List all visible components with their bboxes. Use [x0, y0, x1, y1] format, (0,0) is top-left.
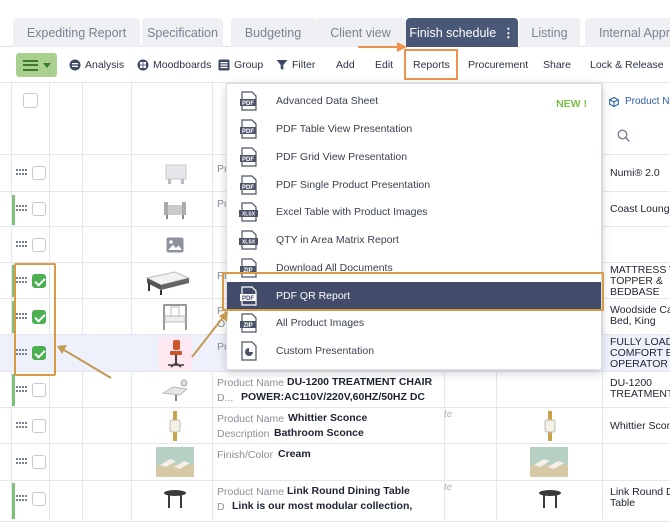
product-image	[164, 202, 186, 219]
add-button[interactable]: Add	[336, 55, 355, 75]
menu-item-pdf-single-product[interactable]: PDF PDF Single Product Presentation	[227, 171, 601, 199]
svg-text:XLSX: XLSX	[242, 240, 256, 246]
lock-release-button[interactable]: Lock & Release	[590, 55, 664, 75]
product-image	[544, 411, 556, 441]
analysis-button[interactable]: Analysis	[69, 55, 124, 75]
product-name-line: TREATMENT	[610, 388, 670, 400]
table-row[interactable]: Finish/Color Cream	[0, 444, 670, 481]
row-checkbox[interactable]	[32, 492, 46, 506]
row-checkbox[interactable]	[32, 383, 46, 397]
svg-text:PDF: PDF	[242, 129, 254, 135]
row-checkbox[interactable]	[32, 455, 46, 469]
chevron-down-icon	[42, 62, 51, 68]
pdf-file-icon: PDF	[240, 175, 257, 195]
drag-handle-icon[interactable]	[16, 241, 27, 249]
procurement-button[interactable]: Procurement	[468, 55, 528, 75]
product-name: Coast Loung	[610, 203, 670, 215]
share-button[interactable]: Share	[543, 55, 571, 75]
table-row[interactable]: Product Name Link Round Dining Table D L…	[0, 481, 670, 522]
xlsx-file-icon: XLSX	[239, 230, 258, 250]
product-image	[169, 411, 181, 441]
view-tabs: Expediting Report Specification Budgetin…	[0, 0, 670, 47]
drag-handle-icon[interactable]	[16, 205, 27, 213]
zip-file-icon: ZIP	[240, 313, 257, 333]
product-name-line: OPERATOR C	[610, 358, 670, 370]
product-image	[165, 164, 187, 184]
menu-item-excel-table[interactable]: XLSX Excel Table with Product Images	[227, 198, 601, 226]
drag-handle-icon[interactable]	[16, 422, 27, 430]
reports-dropdown-menu: PDF Advanced Data Sheet NEW ! PDF PDF Ta…	[226, 83, 602, 370]
filter-icon	[276, 60, 288, 70]
product-name: Whittier Scon	[610, 420, 670, 432]
select-all-checkbox[interactable]	[23, 93, 38, 108]
product-image	[539, 490, 561, 508]
tab-specification[interactable]: Specification	[142, 18, 223, 47]
search-icon[interactable]	[617, 129, 631, 143]
group-icon	[218, 59, 230, 71]
product-image	[168, 340, 184, 368]
product-image	[161, 379, 189, 401]
filter-button[interactable]: Filter	[276, 55, 315, 75]
svg-text:PDF: PDF	[242, 157, 254, 163]
view-menu-button[interactable]	[16, 53, 57, 77]
table-row[interactable]: Product Name Whittier Sconce Description…	[0, 408, 670, 444]
svg-text:PDF: PDF	[242, 185, 254, 191]
svg-text:PDF: PDF	[242, 101, 254, 107]
row-checkbox[interactable]	[32, 238, 46, 252]
svg-text:ZIP: ZIP	[243, 323, 252, 329]
table-row[interactable]: Product Name DU-1200 TREATMENT CHAIR D..…	[0, 372, 670, 408]
edit-button[interactable]: Edit	[375, 55, 393, 75]
drag-handle-icon[interactable]	[16, 458, 27, 466]
pdf-qr-report-highlight	[222, 272, 604, 311]
product-image	[145, 271, 191, 295]
pdf-file-icon: PDF	[240, 119, 257, 139]
tab-options-icon[interactable]: ⋮	[502, 25, 515, 40]
tab-client-view[interactable]: Client view	[315, 18, 406, 47]
drag-handle-icon[interactable]	[16, 495, 27, 503]
pdf-file-icon: PDF	[240, 91, 257, 111]
product-name-line: Bed, King	[610, 315, 656, 327]
group-button[interactable]: Group	[218, 55, 263, 75]
selected-checkboxes-highlight	[14, 263, 56, 376]
product-name-column-header[interactable]: Product N	[609, 96, 669, 107]
product-name-line: Table	[610, 497, 636, 509]
menu-item-qty-area-matrix[interactable]: XLSX QTY in Area Matrix Report	[227, 226, 601, 254]
product-image	[164, 490, 186, 508]
image-placeholder-icon	[166, 237, 184, 253]
toolbar: Analysis Moodboards Group Filter Add Edi…	[0, 47, 670, 83]
tab-internal-approval[interactable]: Internal Appro	[585, 18, 670, 47]
xlsx-file-icon: XLSX	[239, 202, 258, 222]
menu-item-pdf-grid-view[interactable]: PDF PDF Grid View Presentation	[227, 143, 601, 171]
moodboards-button[interactable]: Moodboards	[137, 55, 211, 75]
pdf-file-icon: PDF	[240, 147, 257, 167]
row-checkbox[interactable]	[32, 419, 46, 433]
box-icon	[609, 96, 619, 107]
svg-text:XLSX: XLSX	[242, 212, 256, 218]
tab-finish-schedule[interactable]: Finish schedule ⋮	[406, 18, 518, 47]
tab-listing[interactable]: Listing	[519, 18, 580, 47]
menu-item-custom-presentation[interactable]: Custom Presentation	[227, 337, 601, 365]
drag-handle-icon[interactable]	[16, 386, 27, 394]
reports-highlight-box	[404, 49, 458, 80]
tab-budgeting[interactable]: Budgeting	[231, 18, 315, 47]
hamburger-icon	[22, 59, 38, 71]
pie-chart-file-icon	[241, 341, 257, 361]
moodboards-icon	[137, 59, 149, 71]
product-name: Numi® 2.0	[610, 167, 660, 179]
drag-handle-icon[interactable]	[16, 169, 27, 177]
menu-item-all-product-images[interactable]: ZIP All Product Images	[227, 309, 601, 337]
product-image	[163, 304, 187, 330]
analysis-icon	[69, 59, 81, 71]
product-image	[156, 447, 194, 477]
row-checkbox[interactable]	[32, 166, 46, 180]
new-badge: NEW !	[556, 98, 587, 110]
menu-item-pdf-table-view[interactable]: PDF PDF Table View Presentation	[227, 115, 601, 143]
product-image	[530, 447, 568, 477]
menu-item-advanced-data-sheet[interactable]: PDF Advanced Data Sheet NEW !	[227, 87, 601, 115]
row-checkbox[interactable]	[32, 202, 46, 216]
product-name-line: BEDBASE	[610, 286, 660, 298]
tab-expediting-report[interactable]: Expediting Report	[13, 18, 140, 47]
